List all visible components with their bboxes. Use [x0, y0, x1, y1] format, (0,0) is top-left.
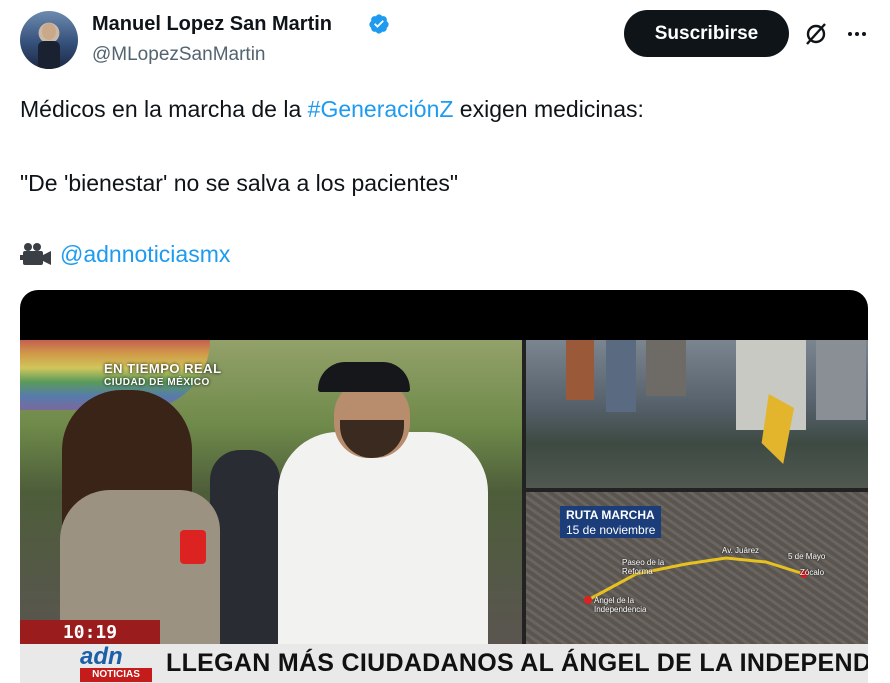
video-player[interactable]: EN TIEMPO REAL CIUDAD DE MÉXICO RUTA MAR… [20, 290, 868, 683]
channel-logo-sub: NOTICIAS [80, 668, 152, 682]
broadcast-time: 10:19 [20, 620, 160, 644]
grok-icon[interactable] [803, 21, 829, 47]
video-frame[interactable]: EN TIEMPO REAL CIUDAD DE MÉXICO RUTA MAR… [20, 340, 868, 683]
live-tag: EN TIEMPO REAL CIUDAD DE MÉXICO [104, 361, 222, 389]
author-name[interactable]: Manuel Lopez San Martin [92, 13, 332, 36]
hashtag-link[interactable]: #GeneraciónZ [308, 96, 454, 122]
channel-logo: adn [80, 643, 123, 670]
author-avatar[interactable] [20, 11, 78, 69]
reporter-scene: EN TIEMPO REAL CIUDAD DE MÉXICO [20, 340, 522, 644]
tweet-text-line1: Médicos en la marcha de la #GeneraciónZ … [20, 96, 644, 122]
more-options-icon[interactable] [843, 20, 871, 48]
author-handle[interactable]: @MLopezSanMartin [92, 44, 265, 66]
tweet-quote: "De 'bienestar' no se salva a los pacien… [20, 170, 459, 196]
verified-badge-icon [369, 14, 389, 34]
subscribe-button[interactable]: Suscribirse [624, 10, 789, 57]
news-headline: LLEGAN MÁS CIUDADANOS AL ÁNGEL DE LA IND… [166, 649, 868, 677]
aerial-view [526, 340, 868, 488]
video-camera-icon [20, 243, 51, 265]
route-map: RUTA MARCHA 15 de noviembre Av. Juárez 5… [526, 492, 868, 644]
microphone-icon [180, 530, 206, 564]
credit-mention-link[interactable]: @adnnoticiasmx [60, 241, 230, 268]
